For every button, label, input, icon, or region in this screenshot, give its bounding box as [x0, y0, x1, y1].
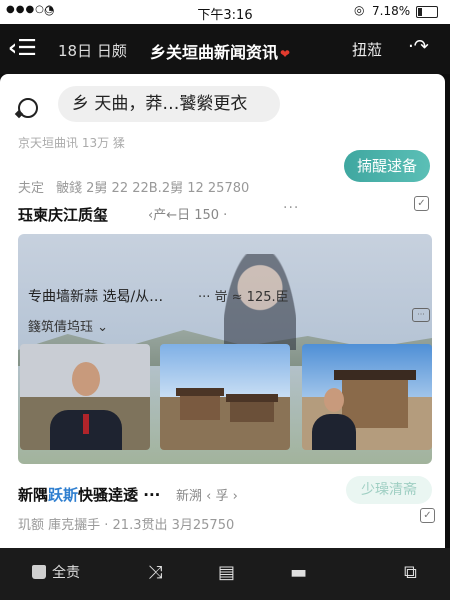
post2-title-highlight: 跃斯	[48, 486, 79, 504]
check-icon[interactable]: ✓	[414, 196, 429, 211]
content-card: 乡 天曲，莽…饕縈更衣 京天垣曲讯 13万 猱 揇醍逑备 夫定 骳錢 2舅 22 …	[0, 74, 445, 548]
house	[180, 394, 220, 420]
thumbs-up-icon	[32, 565, 46, 579]
bottom-toolbar: 全责 ⤨ ▤ ▬ ⧉	[0, 548, 450, 600]
nav-header: ‹☰ 18日 日颇 乡关垣曲新闻资讯 ❤ 扭蒞 ⋅↷	[0, 24, 450, 74]
more-icon[interactable]: ⋅↷	[408, 36, 429, 57]
alarm-icon: ◎	[354, 3, 365, 17]
like-label: 全责	[52, 565, 80, 581]
post-meta: 夫定 骳錢 2舅 22 22B.2舅 12 25780	[18, 177, 249, 196]
post2-title[interactable]: 新隅跃斯快骚逹逶 ···	[18, 484, 160, 505]
photo-thumbnail[interactable]	[20, 344, 150, 450]
status-bar: ●●●○○ ◔ 下午3:16 ◎ 7.18%	[0, 0, 450, 24]
header-title-text: 乡关垣曲新闻资讯	[150, 43, 279, 62]
person-head	[72, 362, 100, 396]
person-tie	[83, 414, 89, 434]
post2-meta: 玑额 庫克攦手 · 21.3贯出 3月25750	[18, 518, 235, 533]
post2-button[interactable]: 少璪清斋	[346, 476, 432, 504]
search-bar[interactable]: 乡 天曲，莽…饕縈更衣	[58, 86, 280, 122]
source-line: 京天垣曲讯 13万 猱	[18, 136, 125, 150]
battery-percent: 7.18%	[372, 4, 411, 18]
document-icon[interactable]: ▤	[218, 562, 235, 583]
shuffle-icon[interactable]: ⤨	[148, 562, 162, 583]
person-body	[312, 414, 356, 450]
message-icon[interactable]: ▬	[290, 562, 307, 583]
comment-icon[interactable]: ···	[412, 308, 430, 322]
like-button[interactable]: 全责	[32, 562, 80, 582]
post-stats: ‹产←日 150 ·	[148, 208, 228, 223]
post-meta-prefix: 夫定	[18, 181, 45, 196]
battery-icon	[416, 6, 438, 18]
media-overlay-text: 专曲墙新蒜 选曷/从…	[28, 289, 164, 305]
photo-thumbnail[interactable]	[160, 344, 290, 450]
header-date: 18日 日颇	[58, 42, 127, 60]
post2-mid: 新溯 ‹ 孚 ›	[176, 489, 238, 504]
house	[230, 400, 274, 422]
app-screen: ●●●○○ ◔ 下午3:16 ◎ 7.18% ‹☰ 18日 日颇 乡关垣曲新闻资…	[0, 0, 450, 600]
post-title[interactable]: 珏柬庆江质玺	[18, 204, 108, 225]
share-icon[interactable]: ⧉	[404, 562, 417, 583]
check-icon[interactable]: ✓	[420, 508, 435, 523]
post2-title-a: 新隅	[18, 486, 49, 504]
follow-button[interactable]: 揇醍逑备	[344, 150, 430, 182]
post2-title-b: 快骚逹逶 ···	[78, 486, 161, 504]
chat-bubble-icon[interactable]	[18, 98, 38, 118]
chevron-down-icon: ❤	[280, 47, 291, 61]
header-action-button[interactable]: 扭蒞	[352, 39, 382, 60]
photo-thumbnail[interactable]	[302, 344, 432, 450]
media-overlay-stats: ··· 岢 ≈ 125.臣	[198, 290, 289, 305]
media-panel[interactable]: 专曲墙新蒜 选曷/从… ··· 岢 ≈ 125.臣 籛筑倩坞珏 ⌄ ···	[18, 234, 432, 464]
header-title[interactable]: 乡关垣曲新闻资讯 ❤	[150, 39, 290, 63]
person-head	[324, 388, 344, 412]
more-dots-icon[interactable]: ···	[283, 200, 299, 216]
back-arrow-icon[interactable]: ‹☰	[8, 36, 37, 61]
media-overlay-sub: 籛筑倩坞珏 ⌄	[28, 320, 109, 335]
post-meta-text: 骳錢 2舅 22 22B.2舅 12 25780	[56, 181, 250, 196]
